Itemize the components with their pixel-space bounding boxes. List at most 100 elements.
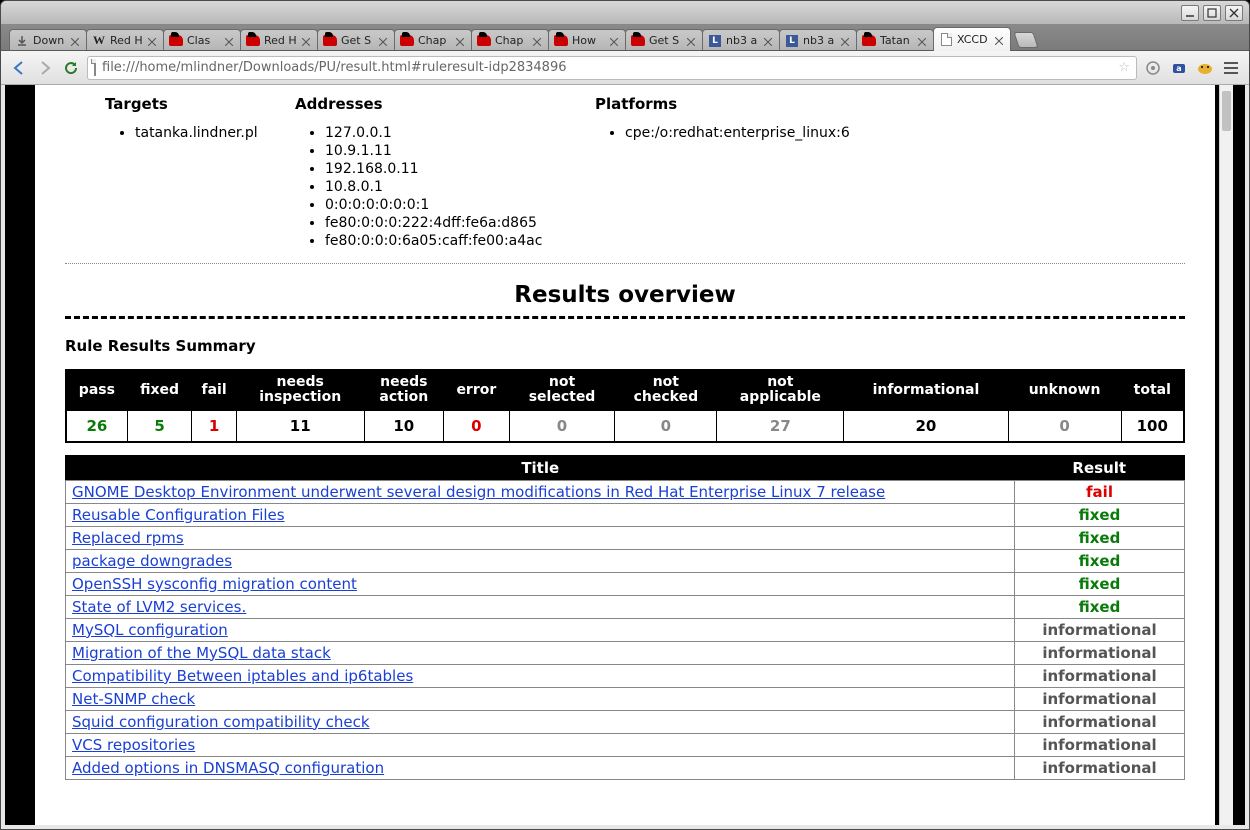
browser-tab[interactable]: Lnb3 a <box>779 29 857 51</box>
tab-close-icon[interactable] <box>918 36 928 46</box>
results-overview-heading: Results overview <box>65 282 1185 308</box>
tab-close-icon[interactable] <box>148 36 158 46</box>
tab-label: Chap <box>418 34 452 47</box>
close-window-button[interactable] <box>1225 5 1243 21</box>
menu-button[interactable] <box>1221 59 1241 77</box>
extension-icon-2[interactable]: a <box>1169 58 1189 78</box>
results-table: Title Result GNOME Desktop Environment u… <box>65 455 1185 780</box>
result-status-cell: fixed <box>1015 526 1185 549</box>
window-titlebar <box>1 1 1249 25</box>
rh-favicon <box>631 34 645 48</box>
tab-close-icon[interactable] <box>302 36 312 46</box>
extension-icon-1[interactable] <box>1143 58 1163 78</box>
summary-cell: 11 <box>236 410 364 442</box>
tab-label: XCCD <box>957 33 991 46</box>
result-status-cell: fixed <box>1015 503 1185 526</box>
result-title-link[interactable]: Migration of the MySQL data stack <box>72 644 331 662</box>
result-title-link[interactable]: VCS repositories <box>72 736 195 754</box>
browser-tab[interactable]: Down <box>9 29 87 51</box>
summary-header: notchecked <box>615 370 717 410</box>
result-title-cell: Reusable Configuration Files <box>66 503 1015 526</box>
browser-tab[interactable]: Chap <box>394 29 472 51</box>
result-status-cell: informational <box>1015 618 1185 641</box>
tab-close-icon[interactable] <box>995 35 1005 45</box>
tab-close-icon[interactable] <box>71 36 81 46</box>
addresses-heading: Addresses <box>295 95 565 113</box>
bookmark-star-icon[interactable]: ☆ <box>1118 60 1130 75</box>
tab-close-icon[interactable] <box>764 36 774 46</box>
browser-tab[interactable]: Clas <box>163 29 241 51</box>
tab-label: Red H <box>110 34 144 47</box>
tab-close-icon[interactable] <box>225 36 235 46</box>
toolbar: ☆ a <box>1 51 1249 85</box>
browser-tab[interactable]: Chap <box>471 29 549 51</box>
new-tab-button[interactable] <box>1013 32 1038 48</box>
result-status-cell: informational <box>1015 664 1185 687</box>
result-title-link[interactable]: State of LVM2 services. <box>72 598 246 616</box>
browser-window: DownWRed HClasRed HGet SChapChapHowGet S… <box>0 0 1250 830</box>
summary-cell: 27 <box>717 410 844 442</box>
rh-favicon <box>554 34 568 48</box>
rh-favicon <box>246 34 260 48</box>
browser-tab[interactable]: Get S <box>317 29 395 51</box>
tab-strip: DownWRed HClasRed HGet SChapChapHowGet S… <box>1 25 1249 51</box>
summary-cell: 0 <box>443 410 509 442</box>
extension-icon-3[interactable] <box>1195 58 1215 78</box>
result-status-cell: fail <box>1015 480 1185 503</box>
url-input[interactable] <box>102 60 1112 75</box>
result-title-link[interactable]: GNOME Desktop Environment underwent seve… <box>72 483 885 501</box>
tab-label: Get S <box>649 34 683 47</box>
table-row: Migration of the MySQL data stackinforma… <box>66 641 1185 664</box>
address-bar[interactable]: ☆ <box>87 56 1137 80</box>
table-row: Reusable Configuration Files fixed <box>66 503 1185 526</box>
table-row: OpenSSH sysconfig migration contentfixed <box>66 572 1185 595</box>
page-background: Targets tatanka.lindner.pl Addresses 127… <box>5 85 1245 825</box>
tab-close-icon[interactable] <box>610 36 620 46</box>
back-button[interactable] <box>9 58 29 78</box>
result-title-link[interactable]: Compatibility Between iptables and ip6ta… <box>72 667 413 685</box>
summary-cell: 5 <box>127 410 192 442</box>
result-title-link[interactable]: OpenSSH sysconfig migration content <box>72 575 357 593</box>
maximize-button[interactable] <box>1203 5 1221 21</box>
rule-results-summary-heading: Rule Results Summary <box>65 337 1185 355</box>
scrollbar-vertical[interactable] <box>1219 85 1233 825</box>
summary-header: total <box>1121 370 1184 410</box>
browser-tab[interactable]: Red H <box>240 29 318 51</box>
browser-tab[interactable]: W Red H <box>86 29 164 51</box>
list-item: tatanka.lindner.pl <box>135 125 265 141</box>
browser-tab[interactable]: Tatan <box>856 29 934 51</box>
tab-close-icon[interactable] <box>687 36 697 46</box>
result-title-link[interactable]: Squid configuration compatibility check <box>72 713 370 731</box>
targets-column: Targets tatanka.lindner.pl <box>105 95 265 251</box>
targets-heading: Targets <box>105 95 265 113</box>
tab-close-icon[interactable] <box>841 36 851 46</box>
summary-cell: 0 <box>509 410 614 442</box>
minimize-button[interactable] <box>1181 5 1199 21</box>
forward-button[interactable] <box>35 58 55 78</box>
browser-tab[interactable]: Get S <box>625 29 703 51</box>
summary-header: informational <box>844 370 1008 410</box>
tab-label: nb3 a <box>726 34 760 47</box>
tab-close-icon[interactable] <box>456 36 466 46</box>
browser-tab[interactable]: Lnb3 a <box>702 29 780 51</box>
browser-tab[interactable]: How <box>548 29 626 51</box>
reload-button[interactable] <box>61 58 81 78</box>
scrollbar-thumb[interactable] <box>1222 91 1231 131</box>
tab-close-icon[interactable] <box>379 36 389 46</box>
result-title-cell: MySQL configuration <box>66 618 1015 641</box>
result-title-cell: package downgrades <box>66 549 1015 572</box>
result-title-cell: Net-SNMP check <box>66 687 1015 710</box>
browser-tab[interactable]: XCCD <box>933 27 1011 51</box>
wiki-favicon: W <box>92 34 106 48</box>
result-title-link[interactable]: Net-SNMP check <box>72 690 195 708</box>
tab-close-icon[interactable] <box>533 36 543 46</box>
result-title-link[interactable]: Added options in DNSMASQ configuration <box>72 759 384 777</box>
list-item: fe80:0:0:0:222:4dff:fe6a:d865 <box>325 215 565 231</box>
result-title-link[interactable]: package downgrades <box>72 552 232 570</box>
tab-label: How <box>572 34 606 47</box>
result-title-link[interactable]: Reusable Configuration Files <box>72 506 285 524</box>
result-title-link[interactable]: Replaced rpms <box>72 529 184 547</box>
rh-favicon <box>477 34 491 48</box>
result-title-link[interactable]: MySQL configuration <box>72 621 228 639</box>
l-favicon: L <box>708 34 722 48</box>
